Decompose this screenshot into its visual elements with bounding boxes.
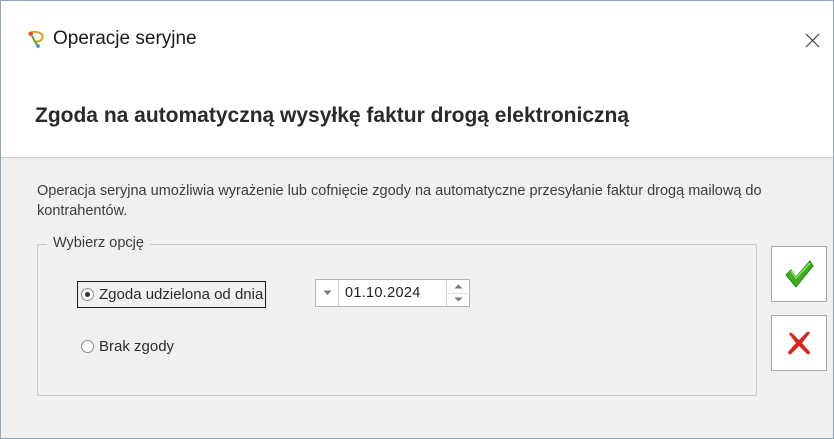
checkmark-icon xyxy=(785,260,814,288)
radio-consent-given[interactable]: Zgoda udzielona od dnia xyxy=(77,281,267,308)
date-value[interactable]: 01.10.2024 xyxy=(345,285,421,301)
radio-no-consent-label: Brak zgody xyxy=(99,338,175,355)
dialog-window: Operacje seryjne Zgoda na automatyczną w… xyxy=(0,0,834,439)
header-title: Zgoda na automatyczną wysyłkę faktur dro… xyxy=(35,104,629,127)
spin-up-button[interactable] xyxy=(447,280,470,294)
date-field[interactable]: 01.10.2024 xyxy=(315,279,470,307)
groupbox-label: Wybierz opcję xyxy=(47,235,150,251)
dialog-header: Zgoda na automatyczną wysyłkę faktur dro… xyxy=(1,77,833,158)
chevron-down-icon xyxy=(323,290,331,295)
radio-button-checked[interactable] xyxy=(81,288,94,301)
red-x-icon xyxy=(788,331,810,355)
spin-down-button[interactable] xyxy=(447,293,470,306)
date-dropdown-button[interactable] xyxy=(316,280,339,306)
confirm-button[interactable] xyxy=(771,246,827,302)
arrow-up-icon xyxy=(454,284,463,289)
arrow-down-icon xyxy=(454,297,463,302)
description-text: Operacja seryjna umożliwia wyrażenie lub… xyxy=(37,183,762,219)
radio-no-consent[interactable]: Brak zgody xyxy=(81,336,174,357)
title-bar: Operacje seryjne xyxy=(1,1,833,77)
app-icon xyxy=(27,30,44,48)
radio-button-unchecked[interactable] xyxy=(81,340,94,353)
date-spinner xyxy=(446,280,470,306)
cancel-button[interactable] xyxy=(771,315,827,371)
radio-consent-label: Zgoda udzielona od dnia xyxy=(99,286,264,303)
window-title: Operacje seryjne xyxy=(53,28,197,49)
option-groupbox xyxy=(37,244,757,396)
close-icon[interactable] xyxy=(793,21,831,59)
